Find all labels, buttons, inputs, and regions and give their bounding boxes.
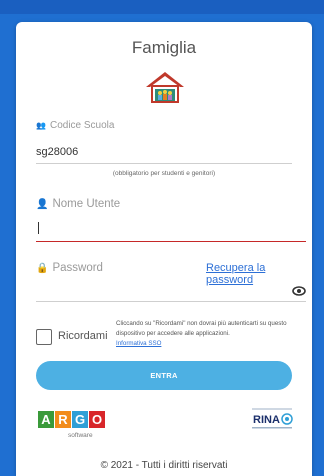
password-underline <box>36 301 306 302</box>
argo-logo: A R G O <box>38 411 105 428</box>
school-code-underline <box>36 163 292 164</box>
browser-top-bar <box>0 0 324 14</box>
school-code-input[interactable]: sg28006 <box>36 146 78 158</box>
page-title: Famiglia <box>131 38 197 57</box>
lock-icon: 🔒 <box>36 262 49 274</box>
argo-letter-g: G <box>72 411 88 428</box>
remember-checkbox[interactable] <box>36 329 52 345</box>
svg-text:RINA: RINA <box>253 414 280 426</box>
footer-copyright: © 2021 - Tutti i diritti riservati <box>100 460 228 471</box>
username-label: 👤 Nome Utente <box>36 198 121 210</box>
enter-button[interactable]: ENTRA <box>36 361 292 390</box>
family-home-icon <box>146 72 184 103</box>
argo-letter-a: A <box>38 411 54 428</box>
argo-letter-o: O <box>89 411 105 428</box>
show-password-eye-icon[interactable] <box>292 286 306 296</box>
password-input[interactable] <box>38 282 278 298</box>
username-input[interactable] <box>38 220 288 236</box>
sso-info-link[interactable]: Informativa SSO <box>116 340 161 347</box>
rina-certification-logo: RINA <box>250 405 294 431</box>
argo-logo-subtitle: software <box>68 432 93 439</box>
text-caret <box>38 222 39 234</box>
school-code-hint: (obbligatorio per studenti e genitori) <box>112 170 216 177</box>
remember-note: Cliccando su "Ricordami" non dovrai più … <box>116 320 287 347</box>
login-card: Famiglia 👥 Codice Scuola sg28006 (obblig… <box>16 22 312 476</box>
remember-label[interactable]: Ricordami <box>58 330 108 342</box>
argo-letter-r: R <box>55 411 71 428</box>
school-code-label: 👥 Codice Scuola <box>36 120 115 131</box>
username-underline-focused <box>36 241 306 242</box>
password-label: 🔒 Password <box>36 262 103 274</box>
users-icon: 👥 <box>36 121 46 130</box>
user-icon: 👤 <box>36 198 49 210</box>
